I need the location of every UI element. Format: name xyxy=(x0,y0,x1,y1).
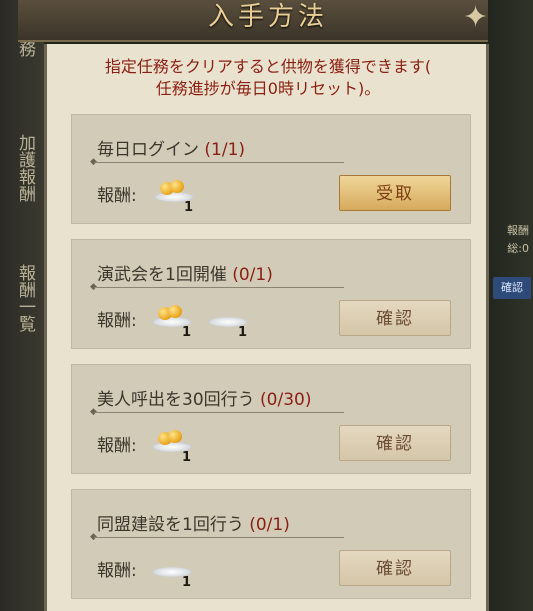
task-name: 美人呼出を30回行う xyxy=(97,390,255,410)
title-bar: 入手方法 ✦ xyxy=(18,0,488,42)
reward-count: 1 xyxy=(238,325,248,340)
intro-line-1: 指定任務をクリアすると供物を獲得できます( xyxy=(104,57,432,76)
divider xyxy=(94,412,344,413)
divider xyxy=(94,287,344,288)
confirm-button[interactable]: 確認 xyxy=(339,425,451,461)
reward-label: 報酬: xyxy=(97,186,137,206)
confirm-button[interactable]: 確認 xyxy=(339,300,451,336)
right-confirm-badge[interactable]: 確認 xyxy=(493,277,531,299)
task-title: 美人呼出を30回行う (0/30) xyxy=(97,385,312,410)
task-name: 演武会を1回開催 xyxy=(97,265,227,285)
fruit-icon xyxy=(170,180,184,193)
reward-count: 1 xyxy=(182,575,192,590)
page-title: 入手方法 xyxy=(208,2,329,32)
task-progress: (0/30) xyxy=(260,390,312,410)
intro-text: 指定任務をクリアすると供物を獲得できます( 任務進捗が毎日0時リセット)。 xyxy=(63,56,473,100)
reward-count: 1 xyxy=(182,450,192,465)
right-total: 総:0 xyxy=(507,242,529,255)
sidebar-tab-reward-list[interactable]: 報酬一覧 xyxy=(10,248,36,348)
right-background: 報酬 総:0 確認 xyxy=(488,0,533,611)
close-icon[interactable]: ✦ xyxy=(463,3,493,33)
fruit-icon xyxy=(168,305,182,318)
task-title: 演武会を1回開催 (0/1) xyxy=(97,260,273,285)
task-title: 毎日ログイン (1/1) xyxy=(97,135,245,160)
task-name: 毎日ログイン xyxy=(97,140,199,160)
confirm-button[interactable]: 確認 xyxy=(339,550,451,586)
fruit-plate-icon[interactable]: 1 xyxy=(150,178,198,215)
task-card: 同盟建設を1回行う (0/1) ◆ 報酬: 1 確認 xyxy=(71,489,471,599)
task-progress: (0/1) xyxy=(232,265,273,285)
task-title: 同盟建設を1回行う (0/1) xyxy=(97,510,290,535)
divider xyxy=(94,162,344,163)
fruit-icon xyxy=(168,430,182,443)
sidebar-tab-blessing-rewards[interactable]: 加護報酬 xyxy=(10,118,36,218)
reward-label: 報酬: xyxy=(97,311,137,331)
right-label: 報酬 xyxy=(507,224,529,237)
reward-label: 報酬: xyxy=(97,561,137,581)
task-name: 同盟建設を1回行う xyxy=(97,515,244,535)
fruit-plate-icon[interactable]: 1 xyxy=(148,428,196,465)
empty-plate-icon[interactable]: 1 xyxy=(148,553,196,590)
task-progress: (0/1) xyxy=(249,515,290,535)
acquisition-panel: 指定任務をクリアすると供物を獲得できます( 任務進捗が毎日0時リセット)。 毎日… xyxy=(44,44,489,611)
reward-count: 1 xyxy=(182,325,192,340)
empty-plate-icon[interactable]: 1 xyxy=(204,303,252,340)
reward-count: 1 xyxy=(184,200,194,215)
task-card: 毎日ログイン (1/1) ◆ 報酬: 1 受取 xyxy=(71,114,471,224)
task-progress: (1/1) xyxy=(204,140,246,160)
task-card: 演武会を1回開催 (0/1) ◆ 報酬: 1 1 確認 xyxy=(71,239,471,349)
sidebar: 任務 加護報酬 報酬一覧 xyxy=(0,0,44,611)
divider xyxy=(94,537,344,538)
task-card: 美人呼出を30回行う (0/30) ◆ 報酬: 1 確認 xyxy=(71,364,471,474)
fruit-plate-icon[interactable]: 1 xyxy=(148,303,196,340)
intro-line-2: 任務進捗が毎日0時リセット)。 xyxy=(155,79,381,98)
reward-label: 報酬: xyxy=(97,436,137,456)
claim-button[interactable]: 受取 xyxy=(339,175,451,211)
